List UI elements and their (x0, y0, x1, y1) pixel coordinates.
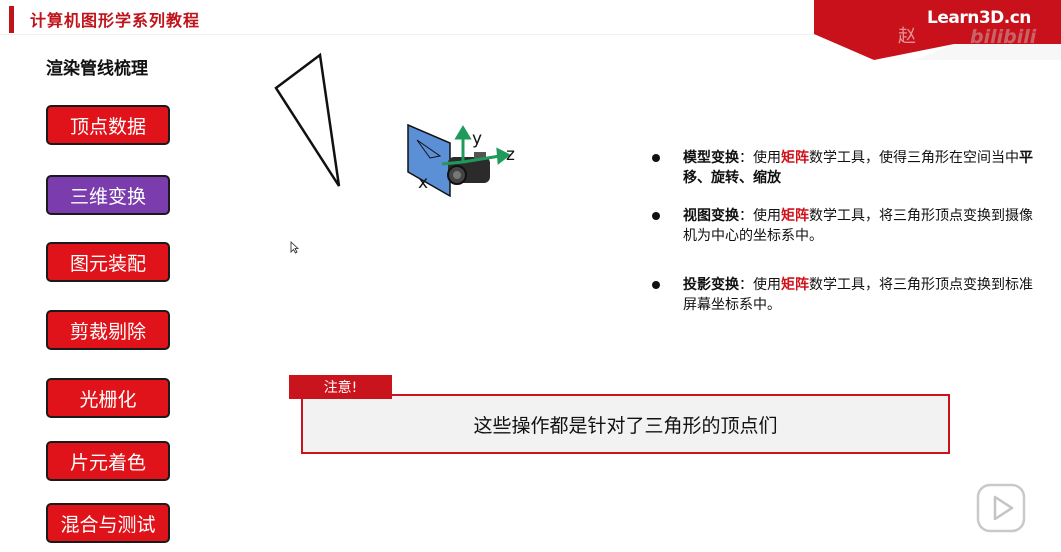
axis-label-y: y (472, 129, 482, 149)
note-text: 这些操作都是针对了三角形的顶点们 (473, 414, 778, 437)
stage-primitive-assembly[interactable]: 图元装配 (46, 242, 170, 282)
bullet-model-transform: 模型变换：使用矩阵数学工具，使得三角形在空间当中平移、旋转、缩放 (652, 148, 1037, 188)
stage-rasterization[interactable]: 光栅化 (46, 378, 170, 418)
stage-blend-test[interactable]: 混合与测试 (46, 503, 170, 543)
bullet-dot (652, 281, 660, 289)
bullet-dot (652, 212, 660, 220)
stage-3d-transform[interactable]: 三维变换 (46, 175, 170, 215)
watermark-author: 赵 (898, 26, 916, 47)
scene-illustration: y z x (274, 52, 515, 198)
series-title: 计算机图形学系列教程 (30, 11, 201, 30)
axis-label-z: z (506, 145, 515, 165)
pipeline-heading: 渲染管线梳理 (46, 59, 148, 79)
image-plane (407, 123, 451, 198)
camera-icon (447, 152, 490, 185)
watermark-bilibili: bilibili (970, 26, 1037, 48)
bullet-dot (652, 154, 660, 162)
brand-logo-text: Learn3D.cn (927, 8, 1031, 28)
stage-fragment-shading[interactable]: 片元着色 (46, 441, 170, 481)
bullet-view-transform: 视图变换：使用矩阵数学工具，将三角形顶点变换到摄像机为中心的坐标系中。 (652, 206, 1037, 246)
play-icon[interactable] (975, 482, 1027, 534)
axis-label-x: x (418, 173, 428, 193)
stage-clipping-culling[interactable]: 剪裁剔除 (46, 310, 170, 350)
stage-vertex-data[interactable]: 顶点数据 (46, 105, 170, 145)
bullet-projection-transform: 投影变换：使用矩阵数学工具，将三角形顶点变换到标准屏幕坐标系中。 (652, 275, 1037, 315)
cursor-icon (290, 241, 299, 254)
header-accent-bar (9, 6, 14, 33)
triangle-shape (274, 52, 341, 187)
